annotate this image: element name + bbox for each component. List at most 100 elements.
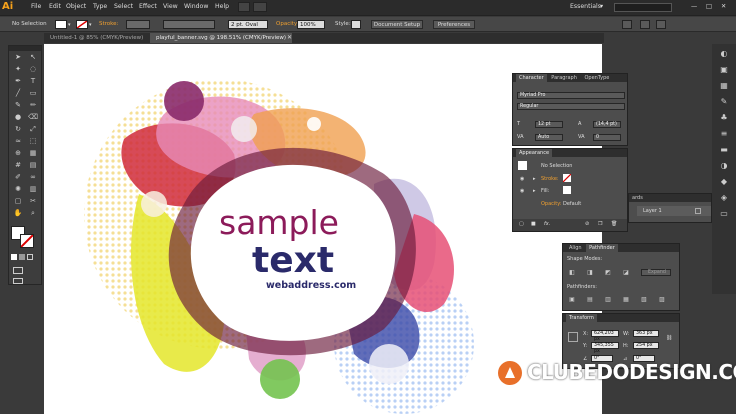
menu-edit[interactable]: Edit: [49, 3, 61, 10]
direct-selection-tool-icon[interactable]: ↖: [26, 52, 40, 63]
transform-title[interactable]: Transform: [566, 314, 597, 322]
fx-icon[interactable]: fx.: [544, 221, 550, 227]
menu-help[interactable]: Help: [215, 3, 229, 10]
align-icon[interactable]: [622, 20, 632, 29]
layers-tab[interactable]: ards: [629, 194, 711, 202]
none-mode-icon[interactable]: [27, 254, 33, 260]
transform-icon[interactable]: [640, 20, 650, 29]
menu-window[interactable]: Window: [184, 3, 208, 10]
chevron-down-icon[interactable]: ▾: [89, 22, 92, 28]
width-field[interactable]: 363 px: [633, 330, 659, 337]
menu-view[interactable]: View: [163, 3, 178, 10]
hand-tool-icon[interactable]: ✋: [11, 208, 25, 219]
gradient-mode-icon[interactable]: [19, 254, 25, 260]
tab-untitled[interactable]: Untitled-1 @ 85% (CMYK/Preview): [44, 33, 149, 43]
add-stroke-icon[interactable]: ▢: [519, 221, 524, 227]
menu-effect[interactable]: Effect: [139, 3, 157, 10]
width-tool-icon[interactable]: ≈: [11, 136, 25, 147]
font-size-field[interactable]: 12 pt: [535, 121, 563, 128]
tab-pathfinder[interactable]: Pathfinder: [586, 244, 618, 252]
artboards-panel-icon[interactable]: ▭: [718, 208, 730, 220]
stroke-panel-icon[interactable]: ≡: [718, 128, 730, 140]
variable-width-profile[interactable]: [163, 20, 215, 29]
maximize-icon[interactable]: □: [706, 3, 712, 10]
tab-paragraph[interactable]: Paragraph: [548, 74, 580, 82]
minus-back-icon[interactable]: ▨: [658, 296, 666, 303]
arrange-documents-button[interactable]: [253, 2, 267, 12]
y-field[interactable]: 345,355 px: [591, 342, 619, 354]
rotate-tool-icon[interactable]: ↻: [11, 124, 25, 135]
zoom-tool-icon[interactable]: ⌕: [26, 208, 40, 219]
graphic-styles-panel-icon[interactable]: ◆: [718, 176, 730, 188]
x-field[interactable]: 624,203 px: [591, 330, 619, 342]
brush-definition[interactable]: 2 pt. Oval: [228, 20, 268, 29]
fill-swatch-icon[interactable]: [563, 186, 571, 194]
eraser-tool-icon[interactable]: ⌫: [26, 112, 40, 123]
perspective-grid-tool-icon[interactable]: ▦: [26, 148, 40, 159]
workspace-switcher[interactable]: Essentials: [570, 3, 601, 10]
gradient-tool-icon[interactable]: ▤: [26, 160, 40, 171]
close-tab-icon[interactable]: ✕: [287, 34, 292, 41]
mesh-tool-icon[interactable]: #: [11, 160, 25, 171]
tab-align[interactable]: Align: [566, 244, 585, 252]
clear-icon[interactable]: ⊘: [585, 221, 589, 227]
selection-tool-icon[interactable]: ➤: [11, 52, 25, 63]
expand-button[interactable]: Expand: [641, 269, 671, 276]
preferences-button[interactable]: Preferences: [433, 20, 475, 29]
layer-target-icon[interactable]: [695, 208, 701, 214]
leading-field[interactable]: (14,4 pt): [593, 121, 621, 128]
exclude-icon[interactable]: ◪: [622, 269, 630, 276]
menu-file[interactable]: File: [31, 3, 41, 10]
kerning-field[interactable]: Auto: [535, 134, 563, 141]
magic-wand-tool-icon[interactable]: ✦: [11, 64, 25, 75]
color-guide-panel-icon[interactable]: ▣: [718, 64, 730, 76]
graphic-style-swatch[interactable]: [351, 20, 361, 29]
divide-icon[interactable]: ▣: [568, 296, 576, 303]
menu-object[interactable]: Object: [66, 3, 86, 10]
eye-icon[interactable]: ◉: [520, 188, 524, 194]
outline-icon[interactable]: ▧: [640, 296, 648, 303]
chevron-down-icon[interactable]: ▾: [68, 22, 71, 28]
stroke-swatch[interactable]: [76, 20, 88, 29]
layers-panel-icon[interactable]: ◈: [718, 192, 730, 204]
swatches-panel-icon[interactable]: ▦: [718, 80, 730, 92]
minimize-icon[interactable]: —: [691, 3, 697, 10]
paintbrush-tool-icon[interactable]: ✎: [11, 100, 25, 111]
stroke-swatch-icon[interactable]: [563, 174, 571, 182]
tab-opentype[interactable]: OpenType: [582, 74, 613, 82]
merge-icon[interactable]: ▥: [604, 296, 612, 303]
tab-playful-banner[interactable]: playful_banner.svg @ 198.51% (CMYK/Previ…: [150, 33, 292, 43]
lasso-tool-icon[interactable]: ◌: [26, 64, 40, 75]
chevron-down-icon[interactable]: ▾: [600, 3, 603, 10]
opacity-label[interactable]: Opacity:: [276, 21, 299, 27]
symbols-panel-icon[interactable]: ♣: [718, 112, 730, 124]
eyedropper-tool-icon[interactable]: ✐: [11, 172, 25, 183]
opacity-field[interactable]: 100%: [297, 20, 325, 29]
column-graph-tool-icon[interactable]: ▥: [26, 184, 40, 195]
opacity-row-label[interactable]: Opacity:: [541, 201, 562, 207]
menu-type[interactable]: Type: [93, 3, 107, 10]
menu-icon[interactable]: [656, 20, 666, 29]
pencil-tool-icon[interactable]: ✏: [26, 100, 40, 111]
chevron-right-icon[interactable]: ▸: [533, 188, 536, 194]
appearance-title[interactable]: Appearance: [516, 149, 553, 157]
brushes-panel-icon[interactable]: ✎: [718, 96, 730, 108]
line-tool-icon[interactable]: ╱: [11, 88, 25, 99]
unite-icon[interactable]: ◧: [568, 269, 576, 276]
blend-tool-icon[interactable]: ∞: [26, 172, 40, 183]
stroke-color-icon[interactable]: [20, 234, 34, 248]
eye-icon[interactable]: ◉: [520, 176, 524, 182]
stroke-weight-field[interactable]: [126, 20, 150, 29]
screen-mode-icon[interactable]: [13, 278, 23, 284]
rectangle-tool-icon[interactable]: ▭: [26, 88, 40, 99]
free-transform-tool-icon[interactable]: ⬚: [26, 136, 40, 147]
reference-point-icon[interactable]: [568, 332, 578, 342]
link-icon[interactable]: ⛓: [666, 335, 672, 341]
intersect-icon[interactable]: ◩: [604, 269, 612, 276]
stroke-label[interactable]: Stroke:: [99, 21, 118, 27]
stroke-row-label[interactable]: Stroke:: [541, 176, 559, 182]
menu-select[interactable]: Select: [114, 3, 133, 10]
artboard-tool-icon[interactable]: ▢: [11, 196, 25, 207]
shape-builder-tool-icon[interactable]: ⊕: [11, 148, 25, 159]
duplicate-icon[interactable]: ❐: [598, 221, 602, 227]
